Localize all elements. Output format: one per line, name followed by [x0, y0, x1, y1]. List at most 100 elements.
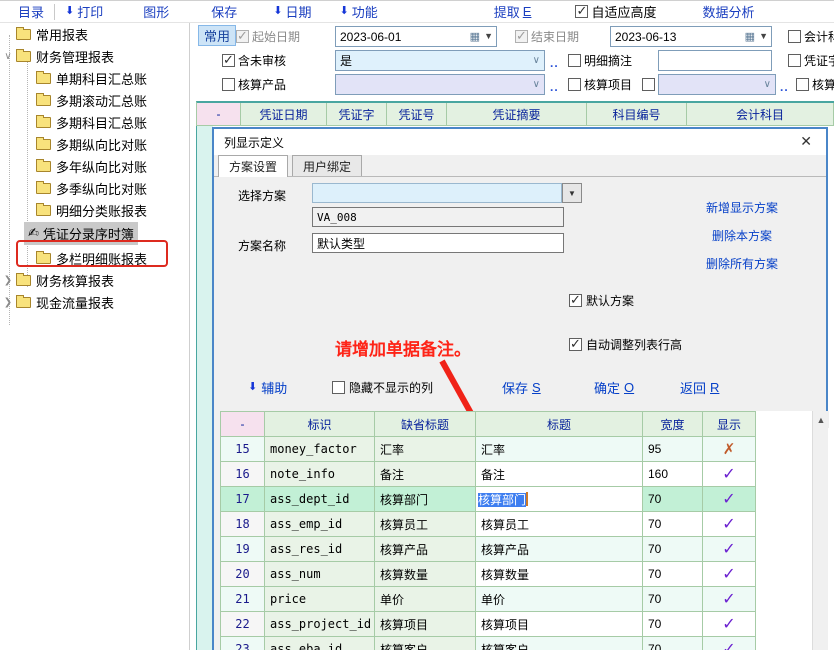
link-add-scheme[interactable]: 新增显示方案	[706, 199, 778, 216]
title-cell-editing[interactable]: 核算部门	[476, 487, 643, 512]
grid-col-minus[interactable]: -	[197, 103, 241, 126]
link-delete-scheme[interactable]: 删除本方案	[712, 227, 772, 244]
end-date-input[interactable]: 2023-06-13 ▦▼	[610, 26, 772, 47]
product-select[interactable]: ∨	[335, 74, 545, 95]
menu-print[interactable]: ⬇打印	[65, 2, 103, 21]
grid-col-summary[interactable]: 凭证摘要	[447, 103, 587, 126]
close-icon[interactable]: ✕	[800, 133, 812, 150]
checkbox-icon[interactable]	[569, 294, 582, 307]
scheme-name-field[interactable]: 默认类型	[312, 233, 564, 253]
grid-col-account[interactable]: 会计科目	[687, 103, 834, 126]
tree-item[interactable]: 多期纵向比对账	[34, 133, 147, 155]
dropdown-arrow-icon[interactable]: ▼	[484, 31, 493, 41]
grid-col-account-no[interactable]: 科目编号	[587, 103, 687, 126]
include-unaudited-checkbox[interactable]	[222, 54, 235, 67]
table-row[interactable]: 21 price 单价 单价 70 ✓	[221, 587, 756, 612]
chevron-down-icon[interactable]: ∨	[2, 51, 14, 62]
table-row[interactable]: 23 ass_eba_id 核算客户 核算客户 70 ✓	[221, 637, 756, 650]
chevron-right-icon[interactable]: ❯	[2, 275, 14, 286]
detail-note-input[interactable]	[658, 50, 772, 71]
table-row[interactable]: 18 ass_emp_id 核算员工 核算员工 70 ✓	[221, 512, 756, 537]
col-header-default-title[interactable]: 缺省标题	[375, 412, 476, 437]
table-row[interactable]: 16 note_info 备注 备注 160 ✓	[221, 462, 756, 487]
col-header-width[interactable]: 宽度	[643, 412, 703, 437]
menu-catalog[interactable]: 目录	[18, 2, 44, 21]
col-header-minus[interactable]: -	[221, 412, 265, 437]
check-icon[interactable]: ✓	[722, 516, 735, 533]
menu-extract[interactable]: 提取E	[494, 2, 532, 21]
tab-common[interactable]: 常用	[198, 25, 236, 46]
tree-item[interactable]: 单期科目汇总账	[34, 67, 147, 89]
scheme-code-field[interactable]: VA_008	[312, 207, 564, 227]
tab-user-binding[interactable]: 用户绑定	[292, 155, 362, 176]
hide-columns-toggle[interactable]: 隐藏不显示的列	[332, 379, 433, 396]
check-icon[interactable]: ✓	[722, 466, 735, 483]
start-date-checkbox[interactable]	[236, 30, 249, 43]
menu-function[interactable]: ⬇功能	[340, 2, 378, 21]
cross-icon[interactable]: ✗	[723, 441, 736, 458]
col-header-id[interactable]: 标识	[265, 412, 375, 437]
table-row[interactable]: 22 ass_project_id 核算项目 核算项目 70 ✓	[221, 612, 756, 637]
checkbox-icon[interactable]	[332, 381, 345, 394]
aux-button[interactable]: ⬇ 辅助	[248, 378, 287, 397]
project-select[interactable]: ∨	[658, 74, 776, 95]
menu-date[interactable]: ⬇日期	[273, 2, 311, 21]
tree-item-finance-mgmt[interactable]: ∨财务管理报表	[2, 45, 114, 67]
tree-item[interactable]: 多期科目汇总账	[34, 111, 147, 133]
chevron-down-icon[interactable]: ∨	[533, 55, 540, 66]
link-delete-all-schemes[interactable]: 删除所有方案	[706, 255, 778, 272]
grid-col-voucher-type[interactable]: 凭证字	[327, 103, 387, 126]
grid-col-voucher-date[interactable]: 凭证日期	[241, 103, 327, 126]
check-icon[interactable]: ✓	[722, 591, 735, 608]
check-icon[interactable]: ✓	[722, 491, 735, 508]
tree-item[interactable]: 多期滚动汇总账	[34, 89, 147, 111]
return-button[interactable]: 返回R	[680, 378, 719, 397]
menu-data-analysis[interactable]: 数据分析	[702, 2, 754, 21]
assess-checkbox[interactable]	[796, 78, 809, 91]
combo-dropdown-button[interactable]: ▼	[562, 183, 582, 203]
tree-item-common-reports[interactable]: 常用报表	[14, 23, 88, 45]
col-header-show[interactable]: 显示	[703, 412, 756, 437]
start-date-input[interactable]: 2023-06-01 ▦▼	[335, 26, 497, 47]
include-unaudited-select[interactable]: 是 ∨	[335, 50, 545, 71]
end-date-checkbox[interactable]	[515, 30, 528, 43]
check-icon[interactable]: ✓	[722, 616, 735, 633]
table-row[interactable]: 20 ass_num 核算数量 核算数量 70 ✓	[221, 562, 756, 587]
detail-note-checkbox[interactable]	[568, 54, 581, 67]
chevron-down-icon[interactable]: ∨	[764, 79, 771, 90]
project-checkbox[interactable]	[568, 78, 581, 91]
toggle-auto-height[interactable]: 自适应高度	[575, 2, 656, 21]
checkbox-icon[interactable]	[575, 5, 588, 18]
ok-button[interactable]: 确定O	[594, 378, 634, 397]
table-scrollbar[interactable]: ▲	[812, 411, 828, 650]
account-checkbox[interactable]	[788, 30, 801, 43]
voucher-type-checkbox[interactable]	[788, 54, 801, 67]
auto-row-height-toggle[interactable]: 自动调整列表行高	[569, 336, 682, 353]
checkbox-icon[interactable]	[569, 338, 582, 351]
tree-item[interactable]: 多季纵向比对账	[34, 177, 147, 199]
grid-col-voucher-no[interactable]: 凭证号	[387, 103, 447, 126]
tree-item-cash-flow[interactable]: ❯现金流量报表	[2, 291, 114, 313]
table-row-selected[interactable]: 17 ass_dept_id 核算部门 核算部门 70 ✓	[221, 487, 756, 512]
project-extra-checkbox[interactable]	[642, 78, 655, 91]
menu-save[interactable]: 保存	[211, 2, 237, 21]
check-icon[interactable]: ✓	[722, 641, 735, 650]
menu-graph[interactable]: 图形	[143, 2, 169, 21]
check-icon[interactable]: ✓	[722, 541, 735, 558]
select-scheme-combo[interactable]	[312, 183, 562, 203]
col-header-title[interactable]: 标题	[476, 412, 643, 437]
dropdown-arrow-icon[interactable]: ▼	[759, 31, 768, 41]
tree-item[interactable]: 明细分类账报表	[34, 199, 147, 221]
chevron-right-icon[interactable]: ❯	[2, 297, 14, 308]
scroll-up-icon[interactable]: ▲	[813, 411, 829, 428]
tree-item-finance-accounting[interactable]: ❯财务核算报表	[2, 269, 114, 291]
chevron-down-icon[interactable]: ∨	[533, 79, 540, 90]
product-checkbox[interactable]	[222, 78, 235, 91]
check-icon[interactable]: ✓	[722, 566, 735, 583]
tree-item[interactable]: 多年纵向比对账	[34, 155, 147, 177]
table-row[interactable]: 19 ass_res_id 核算产品 核算产品 70 ✓	[221, 537, 756, 562]
save-button[interactable]: 保存S	[502, 378, 541, 397]
calendar-icon[interactable]: ▦	[745, 30, 755, 43]
table-row[interactable]: 15 money_factor 汇率 汇率 95 ✗	[221, 437, 756, 462]
tab-scheme-settings[interactable]: 方案设置	[218, 155, 288, 177]
